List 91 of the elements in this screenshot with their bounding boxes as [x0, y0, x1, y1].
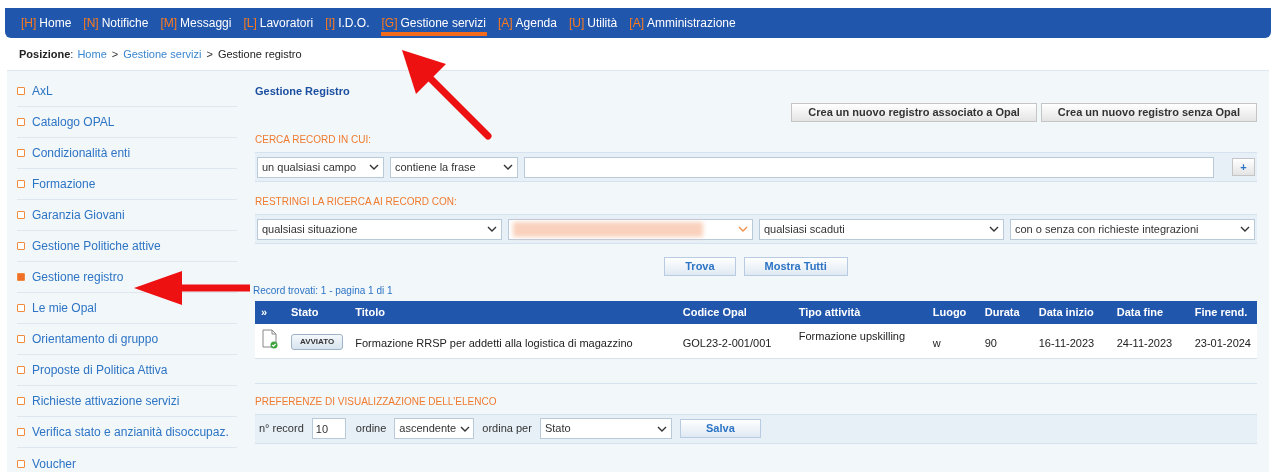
breadcrumb-link[interactable]: Gestione servizi — [123, 45, 202, 63]
square-icon — [17, 149, 25, 157]
sidebar-item[interactable]: Gestione Politiche attive — [17, 231, 237, 262]
nav-tab[interactable]: [N] Notifiche — [82, 8, 150, 38]
chevron-down-icon — [738, 226, 748, 232]
square-icon — [17, 397, 25, 405]
status-badge: AVVIATO — [291, 333, 344, 350]
chevron-down-icon — [989, 226, 999, 232]
create-button[interactable]: Crea un nuovo registro associato a Opal — [791, 103, 1037, 122]
action-button[interactable]: Trova — [664, 257, 736, 276]
square-icon — [17, 366, 25, 374]
field-label: n° record — [259, 421, 304, 437]
square-icon — [17, 428, 25, 436]
nav-tab[interactable]: [I] I.D.O. — [324, 8, 371, 38]
column-header[interactable]: Data inizio — [1032, 301, 1111, 324]
field-select[interactable]: un qualsiasi campo — [257, 156, 384, 178]
results-info: Record trovati: 1 - pagina 1 di 1 — [253, 284, 394, 298]
document-check-icon[interactable] — [261, 328, 279, 349]
nav-tab[interactable]: [U] Utilità — [567, 8, 619, 38]
column-header[interactable]: Stato — [285, 301, 350, 324]
column-header[interactable]: Fine rend. — [1188, 301, 1257, 324]
nav-tab[interactable]: [G] Gestione servizi — [380, 8, 487, 38]
filter-select[interactable]: qualsiasi scaduti — [759, 218, 1004, 240]
chevron-down-icon — [487, 226, 497, 232]
table-cell: Formazione upskilling — [792, 324, 927, 358]
nav-tab[interactable]: [A] Amministrazione — [628, 8, 737, 38]
breadcrumb-separator: : — [70, 46, 74, 62]
add-button[interactable]: + — [1232, 158, 1255, 176]
column-header[interactable]: Tipo attività — [792, 301, 927, 324]
section-heading: RESTRINGI LA RICERCA AI RECORD CON: — [255, 195, 458, 209]
filled-square-icon — [17, 273, 25, 281]
table-cell: GOL23-2-001/001 — [676, 324, 793, 358]
save-button[interactable]: Salva — [679, 419, 761, 438]
square-icon — [17, 304, 25, 312]
breadcrumb-current: Gestione registro — [217, 46, 302, 62]
sidebar-item[interactable]: Catalogo OPAL — [17, 107, 237, 138]
table-cell: Formazione RRSP per addetti alla logistica di magazzino — [349, 324, 677, 358]
nav-tab[interactable]: [L] Lavoratori — [242, 8, 315, 38]
section-heading: CERCA RECORD IN CUI: — [255, 133, 373, 147]
table-cell: 16-11-2023 — [1032, 324, 1111, 358]
sidebar-item[interactable]: Verifica stato e anzianità disoccupaz. — [17, 417, 237, 448]
sidebar-item[interactable]: AxL — [17, 76, 237, 107]
square-icon — [17, 118, 25, 126]
square-icon — [17, 87, 25, 95]
sidebar-item[interactable]: Proposte di Politica Attiva — [17, 355, 237, 386]
field-label: ordina per — [482, 421, 532, 437]
sidebar-item[interactable]: Voucher — [17, 448, 237, 472]
table-cell: 23-01-2024 — [1188, 324, 1257, 358]
column-header[interactable]: Data fine — [1110, 301, 1189, 324]
sidebar-item[interactable]: Garanzia Giovani — [17, 200, 237, 231]
breadcrumb-separator: > — [206, 46, 213, 62]
operator-select[interactable]: contiene la frase — [390, 156, 518, 178]
table-cell: w — [926, 324, 979, 358]
nav-tab[interactable]: [H] Home — [20, 8, 73, 38]
chevron-down-icon — [503, 164, 513, 170]
sidebar-item[interactable]: Richieste attivazione servizi — [17, 386, 237, 417]
chevron-down-icon — [656, 425, 667, 432]
breadcrumb-link[interactable]: Home — [77, 45, 107, 63]
search-field[interactable] — [524, 156, 1214, 178]
square-icon — [17, 242, 25, 250]
page-title: Gestione Registro — [255, 84, 351, 97]
column-header[interactable]: Codice Opal — [676, 301, 793, 324]
sort-select[interactable]: Stato — [539, 418, 672, 439]
section-heading: PREFERENZE DI VISUALIZZAZIONE DELL'ELENCO — [255, 394, 498, 409]
redacted-select[interactable] — [508, 218, 753, 240]
column-header[interactable]: Durata — [978, 301, 1033, 324]
chevron-down-icon — [460, 425, 471, 432]
create-button[interactable]: Crea un nuovo registro senza Opal — [1040, 103, 1257, 122]
field-label: ordine — [355, 421, 387, 437]
column-header: » — [255, 301, 285, 324]
breadcrumb-separator: > — [111, 46, 119, 62]
column-header[interactable]: Luogo — [926, 301, 979, 324]
action-button[interactable]: Mostra Tutti — [743, 257, 848, 276]
records-field[interactable]: 10 — [311, 418, 346, 439]
filter-select[interactable]: con o senza con richieste integrazioni — [1010, 218, 1255, 240]
sidebar-item[interactable]: Formazione — [17, 169, 237, 200]
square-icon — [17, 211, 25, 219]
nav-tab[interactable]: [A] Agenda — [496, 8, 558, 38]
sidebar-item[interactable]: Orientamento di gruppo — [17, 324, 237, 355]
square-icon — [17, 180, 25, 188]
table-cell: 24-11-2023 — [1110, 324, 1189, 358]
nav-tab[interactable]: [M] Messaggi — [159, 8, 233, 38]
sidebar-item[interactable]: Condizionalità enti — [17, 138, 237, 169]
chevron-down-icon — [1240, 226, 1250, 232]
chevron-down-icon — [369, 164, 379, 170]
table-cell: 90 — [978, 324, 1033, 358]
order-select[interactable]: ascendente — [394, 418, 475, 439]
column-header[interactable]: Titolo — [349, 301, 677, 324]
square-icon — [17, 459, 25, 468]
square-icon — [17, 335, 25, 343]
filter-select[interactable]: qualsiasi situazione — [257, 218, 502, 240]
